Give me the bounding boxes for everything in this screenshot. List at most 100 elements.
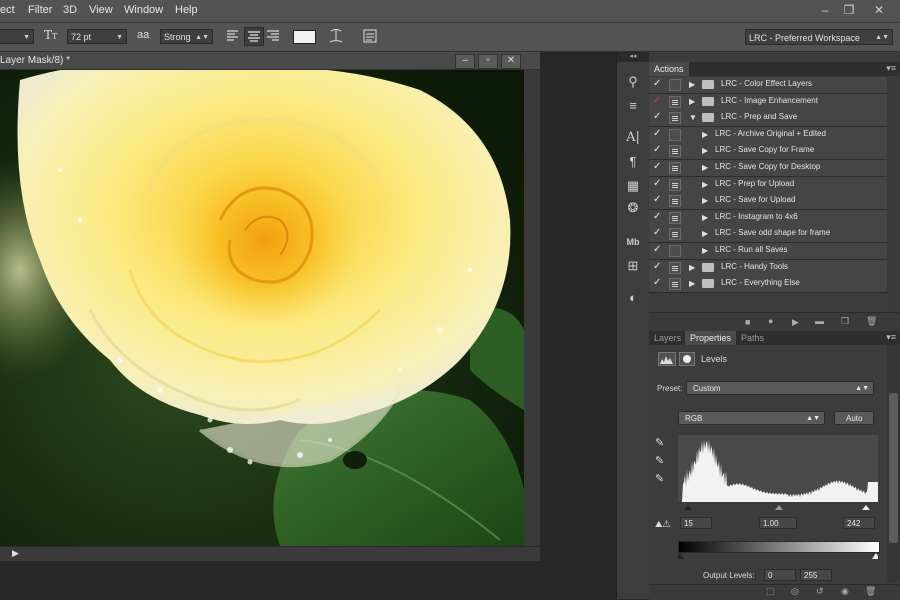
- vertical-scrollbar[interactable]: [524, 70, 540, 546]
- scrollbar-thumb[interactable]: [889, 393, 898, 543]
- menu-filter[interactable]: Filter: [28, 4, 52, 16]
- tab-actions[interactable]: Actions: [649, 62, 689, 76]
- workspace-select[interactable]: LRC - Preferred Workspace ▲▼: [745, 29, 893, 45]
- black-point-eyedropper-icon[interactable]: ✎: [655, 436, 664, 449]
- collapse-strip-icon[interactable]: ◂◂: [617, 52, 649, 62]
- scroll-right-arrow-icon[interactable]: ▶: [12, 548, 19, 559]
- input-levels-slider[interactable]: [678, 502, 878, 510]
- brush-presets-icon[interactable]: ⚲: [621, 72, 645, 92]
- expand-right-icon[interactable]: ▶: [702, 229, 708, 238]
- action-row[interactable]: ✓ ▶ LRC - Color Effect Layers: [649, 77, 887, 94]
- tab-layers[interactable]: Layers: [649, 331, 686, 345]
- output-black-field[interactable]: 0: [764, 569, 796, 581]
- delete-icon[interactable]: 🗑: [866, 316, 877, 327]
- dialog-toggle-icon[interactable]: [669, 79, 681, 91]
- dialog-toggle-icon[interactable]: [669, 145, 681, 158]
- expand-right-icon[interactable]: ▶: [702, 130, 708, 139]
- text-color-swatch[interactable]: [293, 30, 316, 44]
- panel-menu-icon[interactable]: ▾≡: [886, 332, 896, 343]
- action-row[interactable]: ✓ ▶ LRC - Everything Else: [649, 276, 887, 294]
- expand-right-icon[interactable]: ▶: [689, 80, 695, 89]
- checkmark-icon[interactable]: ✓: [653, 194, 661, 205]
- checkmark-icon[interactable]: ✓: [653, 178, 661, 189]
- checkmark-icon[interactable]: ✓: [653, 161, 661, 172]
- action-row[interactable]: ✓ ▶ LRC - Save odd shape for frame: [649, 226, 887, 244]
- action-row[interactable]: ✓ ▼ LRC - Prep and Save: [649, 110, 887, 128]
- checkmark-icon[interactable]: ✓: [653, 277, 661, 288]
- panel-menu-icon[interactable]: ▾≡: [886, 63, 896, 74]
- clip-to-layer-icon[interactable]: ⬚: [766, 586, 775, 597]
- align-center-icon[interactable]: [244, 27, 264, 46]
- menu-edit[interactable]: ect: [0, 4, 15, 16]
- reset-icon[interactable]: ↺: [816, 586, 824, 597]
- checkmark-icon[interactable]: ✓: [653, 128, 661, 139]
- document-canvas[interactable]: [0, 70, 524, 546]
- expand-right-icon[interactable]: ▶: [702, 146, 708, 155]
- output-levels-slider[interactable]: [676, 551, 880, 559]
- dialog-toggle-icon[interactable]: [669, 95, 681, 108]
- record-icon[interactable]: ●: [768, 316, 773, 326]
- align-right-icon[interactable]: [266, 28, 280, 42]
- menu-help[interactable]: Help: [175, 4, 198, 16]
- action-row[interactable]: ✓ ▶ LRC - Prep for Upload: [649, 176, 887, 194]
- channels-icon[interactable]: ❂: [621, 198, 645, 218]
- restore-window-icon[interactable]: ❐: [838, 2, 860, 18]
- close-window-icon[interactable]: ✕: [868, 2, 890, 18]
- font-size-field[interactable]: 72 pt ▼: [67, 29, 127, 44]
- new-set-folder-icon[interactable]: ▬: [815, 316, 824, 326]
- stop-icon[interactable]: ■: [745, 317, 750, 327]
- measurement-icon[interactable]: ⊞: [621, 256, 645, 276]
- dialog-toggle-icon[interactable]: [669, 245, 681, 257]
- font-style-select[interactable]: ▼: [0, 29, 34, 44]
- new-action-icon[interactable]: ❐: [841, 316, 849, 327]
- menu-window[interactable]: Window: [124, 4, 163, 16]
- view-previous-icon[interactable]: ◎: [791, 586, 799, 597]
- tab-paths[interactable]: Paths: [736, 331, 769, 345]
- doc-minimize-icon[interactable]: –: [455, 54, 475, 69]
- expand-right-icon[interactable]: ▶: [702, 180, 708, 189]
- character-icon[interactable]: A|: [621, 128, 645, 148]
- action-row[interactable]: ✓ ▶ LRC - Image Enhancement: [649, 93, 887, 111]
- checkmark-icon[interactable]: ✓: [653, 78, 661, 89]
- action-row[interactable]: ✓ ▶ LRC - Instagram to 4x6: [649, 209, 887, 227]
- actions-scrollbar[interactable]: [887, 77, 900, 317]
- checkmark-icon[interactable]: ✓: [653, 261, 661, 272]
- properties-scrollbar[interactable]: [887, 345, 900, 582]
- checkmark-icon[interactable]: ✓: [653, 244, 661, 255]
- expand-right-icon[interactable]: ▶: [702, 246, 708, 255]
- warp-text-icon[interactable]: [328, 27, 344, 45]
- menu-view[interactable]: View: [89, 4, 113, 16]
- expand-right-icon[interactable]: ▶: [702, 163, 708, 172]
- auto-button[interactable]: Auto: [834, 411, 874, 425]
- doc-maximize-icon[interactable]: ▫: [478, 54, 498, 69]
- dialog-toggle-icon[interactable]: [669, 178, 681, 191]
- adjustments-icon[interactable]: ◐: [621, 288, 645, 308]
- doc-close-icon[interactable]: ✕: [501, 54, 521, 69]
- checkmark-icon[interactable]: ✓: [653, 111, 661, 122]
- expand-right-icon[interactable]: ▶: [689, 263, 695, 272]
- menu-3d[interactable]: 3D: [63, 4, 77, 16]
- input-black-field[interactable]: 15: [680, 517, 712, 529]
- clipping-warning-icon[interactable]: ⛰⚠: [655, 519, 671, 530]
- checkmark-icon[interactable]: ✓: [653, 211, 661, 222]
- action-row[interactable]: ✓ ▶ LRC - Save Copy for Frame: [649, 143, 887, 161]
- minimize-window-icon[interactable]: –: [814, 2, 836, 18]
- brush-settings-icon[interactable]: ≡: [621, 96, 645, 116]
- dialog-toggle-icon[interactable]: [669, 211, 681, 224]
- expand-right-icon[interactable]: ▶: [702, 213, 708, 222]
- horizontal-scrollbar[interactable]: ▶: [0, 546, 540, 561]
- antialias-select[interactable]: Strong ▲▼: [160, 29, 213, 44]
- input-white-field[interactable]: 242: [843, 517, 875, 529]
- paragraph-icon[interactable]: ¶: [621, 152, 645, 172]
- checkmark-icon[interactable]: ✓: [653, 144, 661, 155]
- expand-right-icon[interactable]: ▶: [689, 97, 695, 106]
- checkmark-icon[interactable]: ✓: [653, 227, 661, 238]
- dialog-toggle-icon[interactable]: [669, 261, 681, 274]
- table-grid-icon[interactable]: ▦: [621, 176, 645, 196]
- dialog-toggle-icon[interactable]: [669, 278, 681, 291]
- expand-right-icon[interactable]: ▶: [702, 196, 708, 205]
- dialog-toggle-icon[interactable]: [669, 128, 681, 141]
- visibility-eye-icon[interactable]: ◉: [841, 586, 849, 597]
- input-gamma-field[interactable]: 1.00: [759, 517, 797, 529]
- action-row[interactable]: ✓ ▶ LRC - Handy Tools: [649, 259, 887, 277]
